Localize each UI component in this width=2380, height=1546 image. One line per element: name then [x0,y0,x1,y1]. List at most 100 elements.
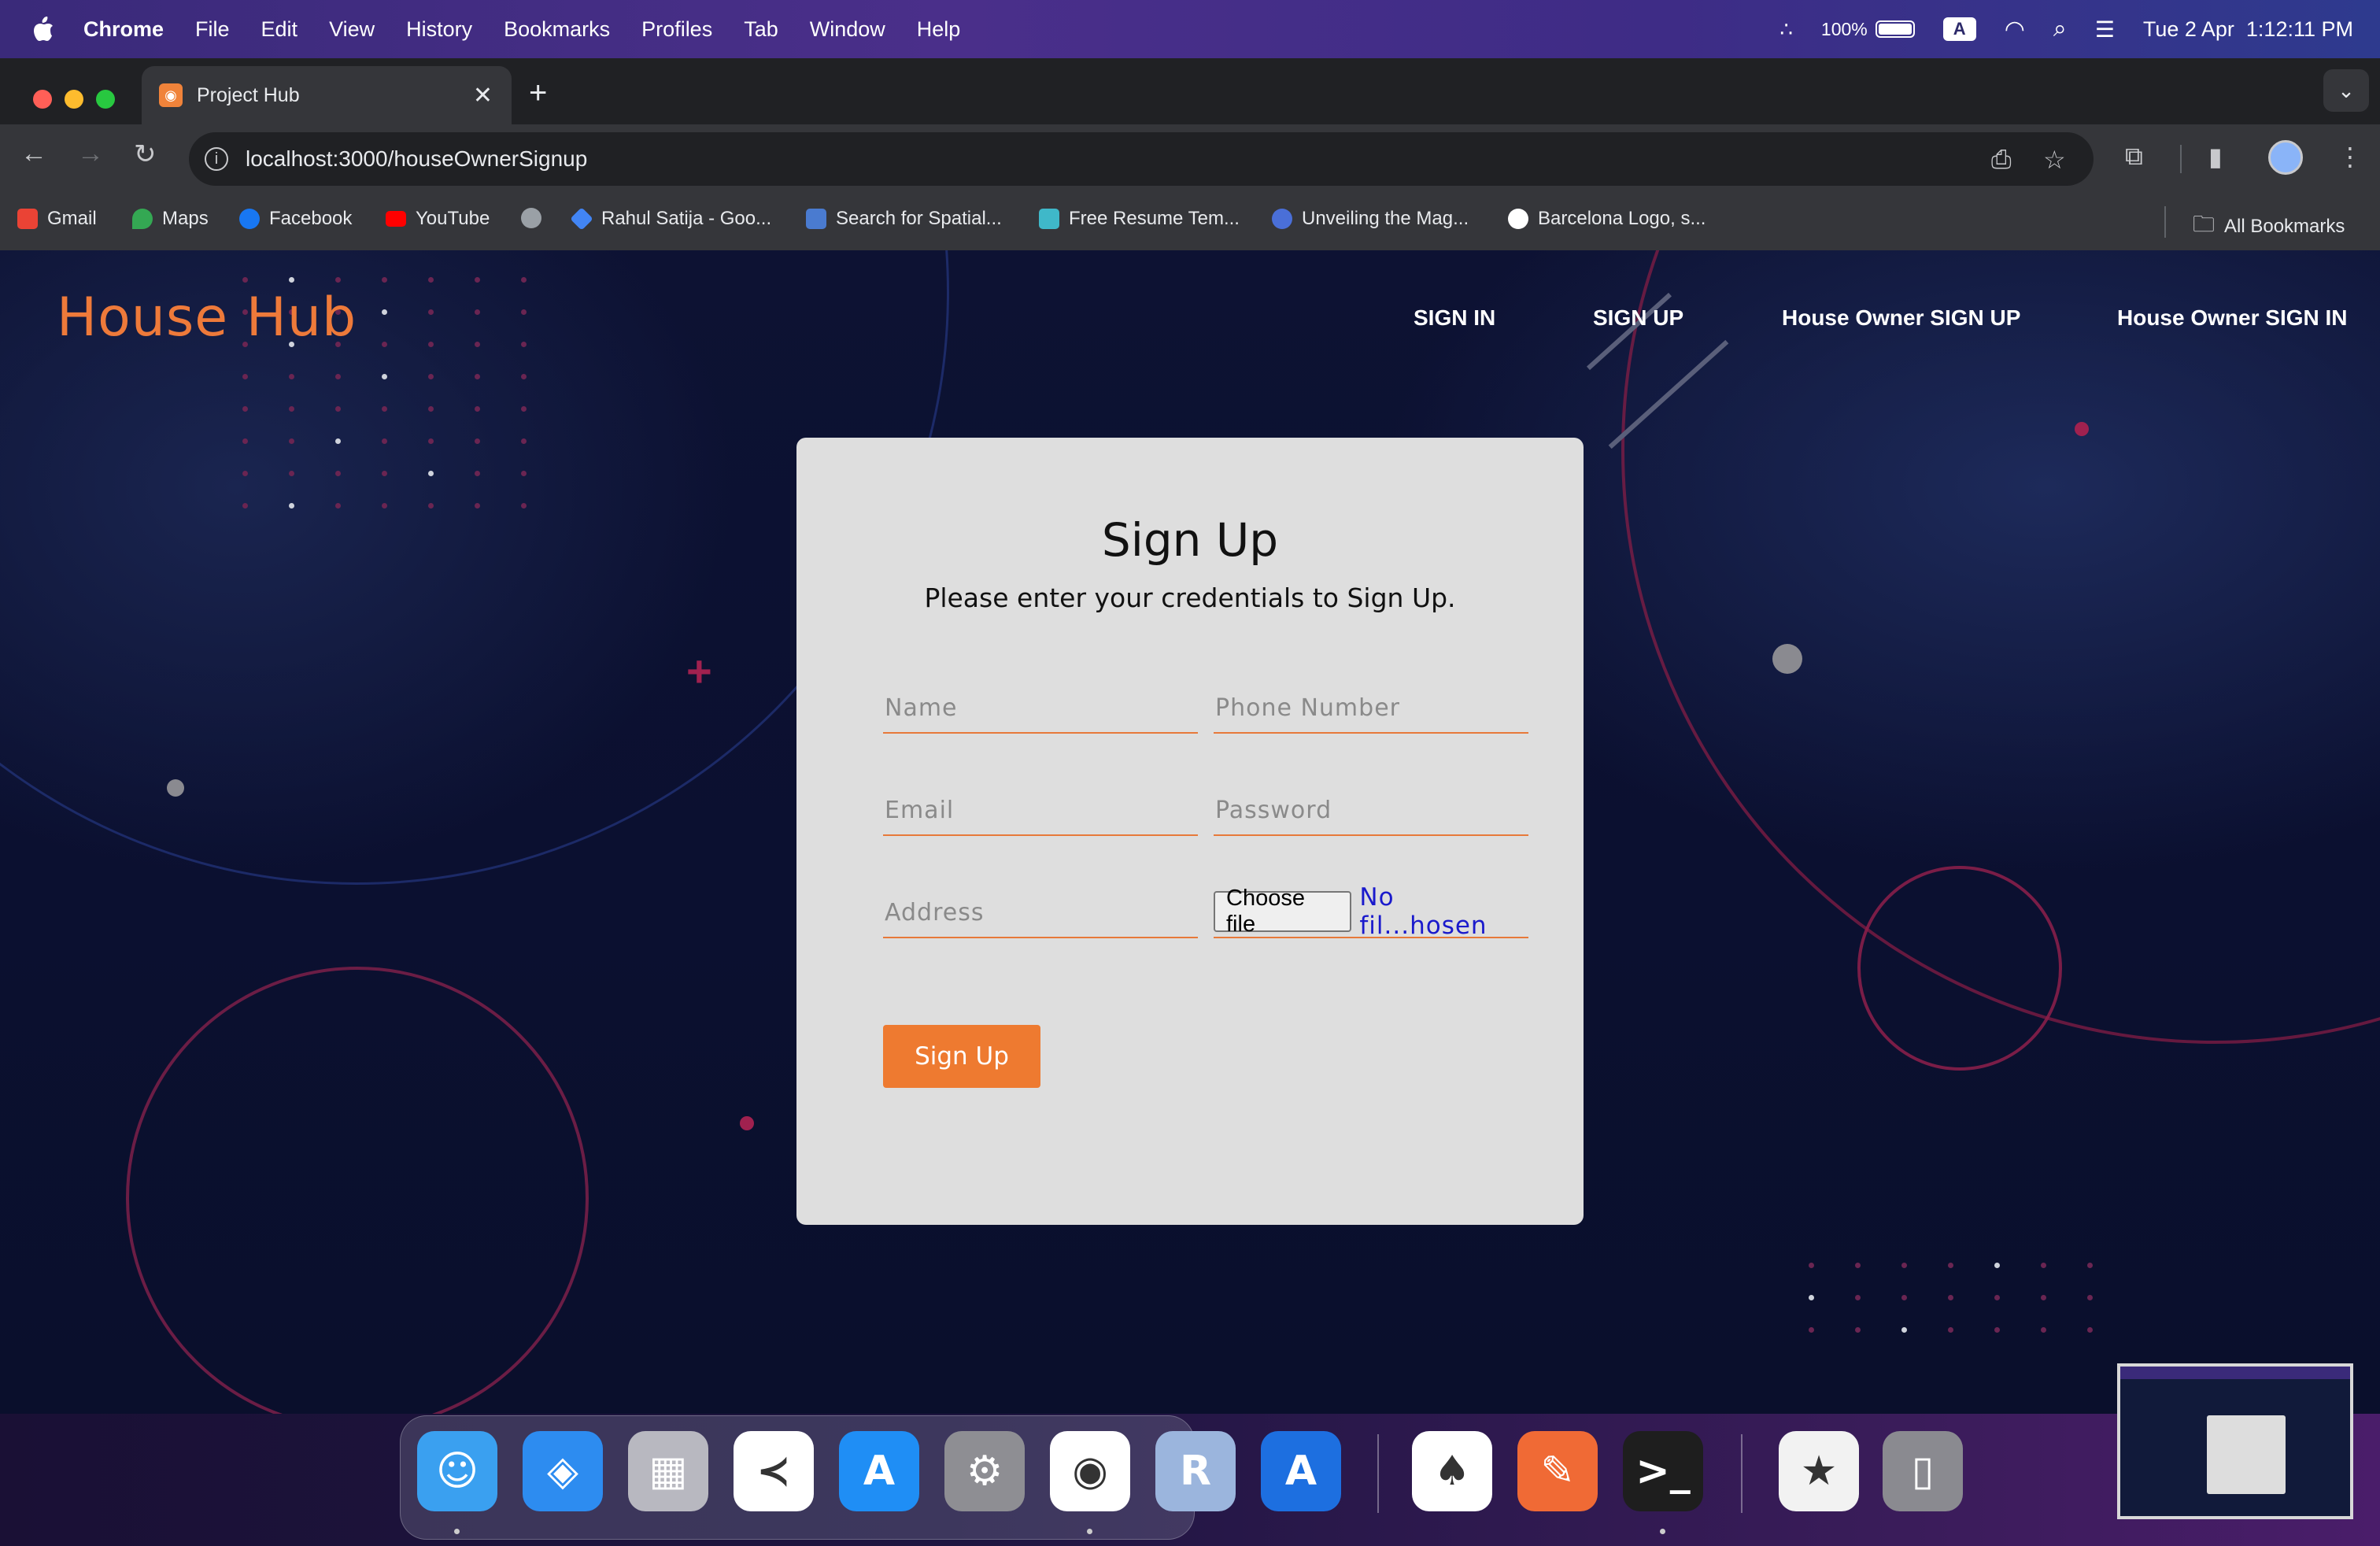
bg-dot-decoration-right [2075,422,2089,436]
screenshot-thumbnail-preview[interactable] [2117,1363,2353,1519]
terminal-icon[interactable]: >_ [1623,1431,1703,1511]
bookmark-rahul-satija[interactable]: Rahul Satija - Goo... [570,207,772,231]
safari-icon[interactable]: ◈ [523,1431,603,1511]
bookmark-label: Barcelona Logo, s... [1538,208,1706,229]
password-input[interactable] [1214,784,1532,836]
menu-view[interactable]: View [329,17,375,42]
bookmark-label: Rahul Satija - Goo... [601,208,772,229]
profile-avatar-icon[interactable] [2268,140,2303,175]
chrome-icon[interactable]: ◉ [1050,1431,1130,1511]
nav-sign-up[interactable]: SIGN UP [1593,305,1683,331]
tab-search-chevron-icon[interactable]: ⌄ [2323,69,2369,112]
bookmark-label: Unveiling the Mag... [1302,208,1469,229]
xcode-icon[interactable]: A [1261,1431,1341,1511]
reload-icon[interactable]: ↻ [134,139,157,170]
document-icon[interactable]: ★ [1779,1431,1859,1511]
email-field-wrapper [883,784,1201,836]
email-input[interactable] [883,784,1201,836]
nav-house-owner-sign-in[interactable]: House Owner SIGN IN [2117,305,2348,331]
tab-project-hub[interactable]: ◉ Project Hub ✕ [142,66,512,124]
mongodb-icon[interactable]: ♠ [1412,1431,1492,1511]
bookmark-barcelona[interactable]: Barcelona Logo, s... [1508,208,1706,230]
finder-icon[interactable]: ☺ [417,1431,497,1511]
thumbnail-card [2207,1415,2286,1494]
bookmark-facebook[interactable]: Facebook [239,208,352,230]
signup-subtitle: Please enter your credentials to Sign Up… [924,583,1456,613]
settings-icon[interactable]: ⚙ [944,1431,1025,1511]
menu-app-name[interactable]: Chrome [83,17,164,42]
appstore-icon[interactable]: A [839,1431,919,1511]
install-app-icon[interactable]: ⎙ [1991,145,2012,175]
menu-history[interactable]: History [406,17,472,42]
menu-profiles[interactable]: Profiles [641,17,712,42]
r-icon[interactable]: R [1155,1431,1236,1511]
apple-icon[interactable] [31,16,55,43]
control-center-icon[interactable]: ☰ [2095,17,2115,43]
chrome-menu-kebab-icon[interactable]: ⋮ [2338,142,2363,172]
battery-status[interactable]: 100% [1821,19,1915,40]
bookmark-globe[interactable] [521,208,541,228]
youtube-icon [386,211,406,227]
name-input[interactable] [883,682,1201,734]
new-tab-icon[interactable]: + [529,76,547,111]
bookmarks-divider [2164,206,2166,238]
menubar-clock[interactable]: Tue 2 Apr 1:12:11 PM [2143,17,2353,42]
battery-percent: 100% [1820,18,1868,39]
menu-window[interactable]: Window [810,17,885,42]
bookmark-unveiling[interactable]: Unveiling the Mag... [1272,208,1469,230]
bookmark-resume[interactable]: Free Resume Tem... [1039,208,1240,230]
minimize-window-button[interactable] [65,90,83,109]
password-field-wrapper [1214,784,1532,836]
vscode-icon[interactable]: ≺ [734,1431,814,1511]
tab-strip: ◉ Project Hub ✕ + ⌄ [0,58,2380,124]
bookmark-star-icon[interactable]: ☆ [2043,145,2066,175]
launchpad-icon[interactable]: ▦ [628,1431,708,1511]
menu-file[interactable]: File [195,17,230,42]
sign-up-submit-button[interactable]: Sign Up [883,1025,1040,1088]
bookmark-label: Gmail [47,208,97,229]
nav-sign-in[interactable]: SIGN IN [1414,305,1495,331]
toolbar-divider [2180,145,2182,173]
phone-number-input[interactable] [1214,682,1532,734]
address-bar[interactable]: i localhost:3000/houseOwnerSignup ⎙ ☆ [189,132,2094,186]
input-source-icon[interactable]: A [1942,17,1976,41]
close-tab-icon[interactable]: ✕ [473,82,493,109]
bookmark-gmail[interactable]: Gmail [17,208,97,230]
page-viewport: + House Hub SIGN IN SIGN UP House Owner … [0,250,2380,1414]
back-arrow-icon[interactable]: ← [20,139,47,169]
menu-bookmarks[interactable]: Bookmarks [504,17,610,42]
side-panel-icon[interactable]: ▮ [2208,142,2223,172]
site-info-icon[interactable]: i [205,147,228,171]
choose-file-button[interactable]: Choose file [1214,886,1352,937]
spotlight-search-icon[interactable]: ⌕ [2053,16,2067,43]
phone-field-wrapper [1214,682,1532,734]
menu-tab[interactable]: Tab [744,17,778,42]
bookmark-maps[interactable]: Maps [132,208,209,230]
extensions-puzzle-icon[interactable]: ⧉ [2125,142,2143,172]
bookmark-label: YouTube [416,208,490,229]
site-brand-logo[interactable]: House Hub [57,287,357,349]
name-field-wrapper [883,682,1201,734]
all-bookmarks-label: All Bookmarks [2224,216,2345,237]
forward-arrow-icon[interactable]: → [77,139,104,169]
nav-house-owner-sign-up[interactable]: House Owner SIGN UP [1782,305,2020,331]
bookmark-youtube[interactable]: YouTube [386,208,490,230]
trash-icon[interactable]: ▯ [1883,1431,1963,1511]
close-window-button[interactable] [33,90,52,109]
all-bookmarks-folder[interactable]: 🗀 All Bookmarks [2193,208,2345,246]
zoom-window-button[interactable] [96,90,115,109]
bookmark-label: Facebook [269,208,353,229]
display-brightness-icon[interactable]: ∴ [1779,17,1793,42]
folder-icon: 🗀 [2193,212,2216,236]
spatial-icon [806,209,826,229]
globe-icon [521,208,541,228]
facebook-icon [239,209,260,229]
address-input[interactable] [883,886,1201,938]
menu-edit[interactable]: Edit [261,17,298,42]
menu-help[interactable]: Help [917,17,961,42]
bookmark-spatial[interactable]: Search for Spatial... [806,208,1002,230]
signup-title: Sign Up [1101,513,1279,567]
address-url[interactable]: localhost:3000/houseOwnerSignup [246,146,587,172]
wifi-icon[interactable]: ◠ [2005,16,2025,43]
postman-icon[interactable]: ✎ [1517,1431,1598,1511]
